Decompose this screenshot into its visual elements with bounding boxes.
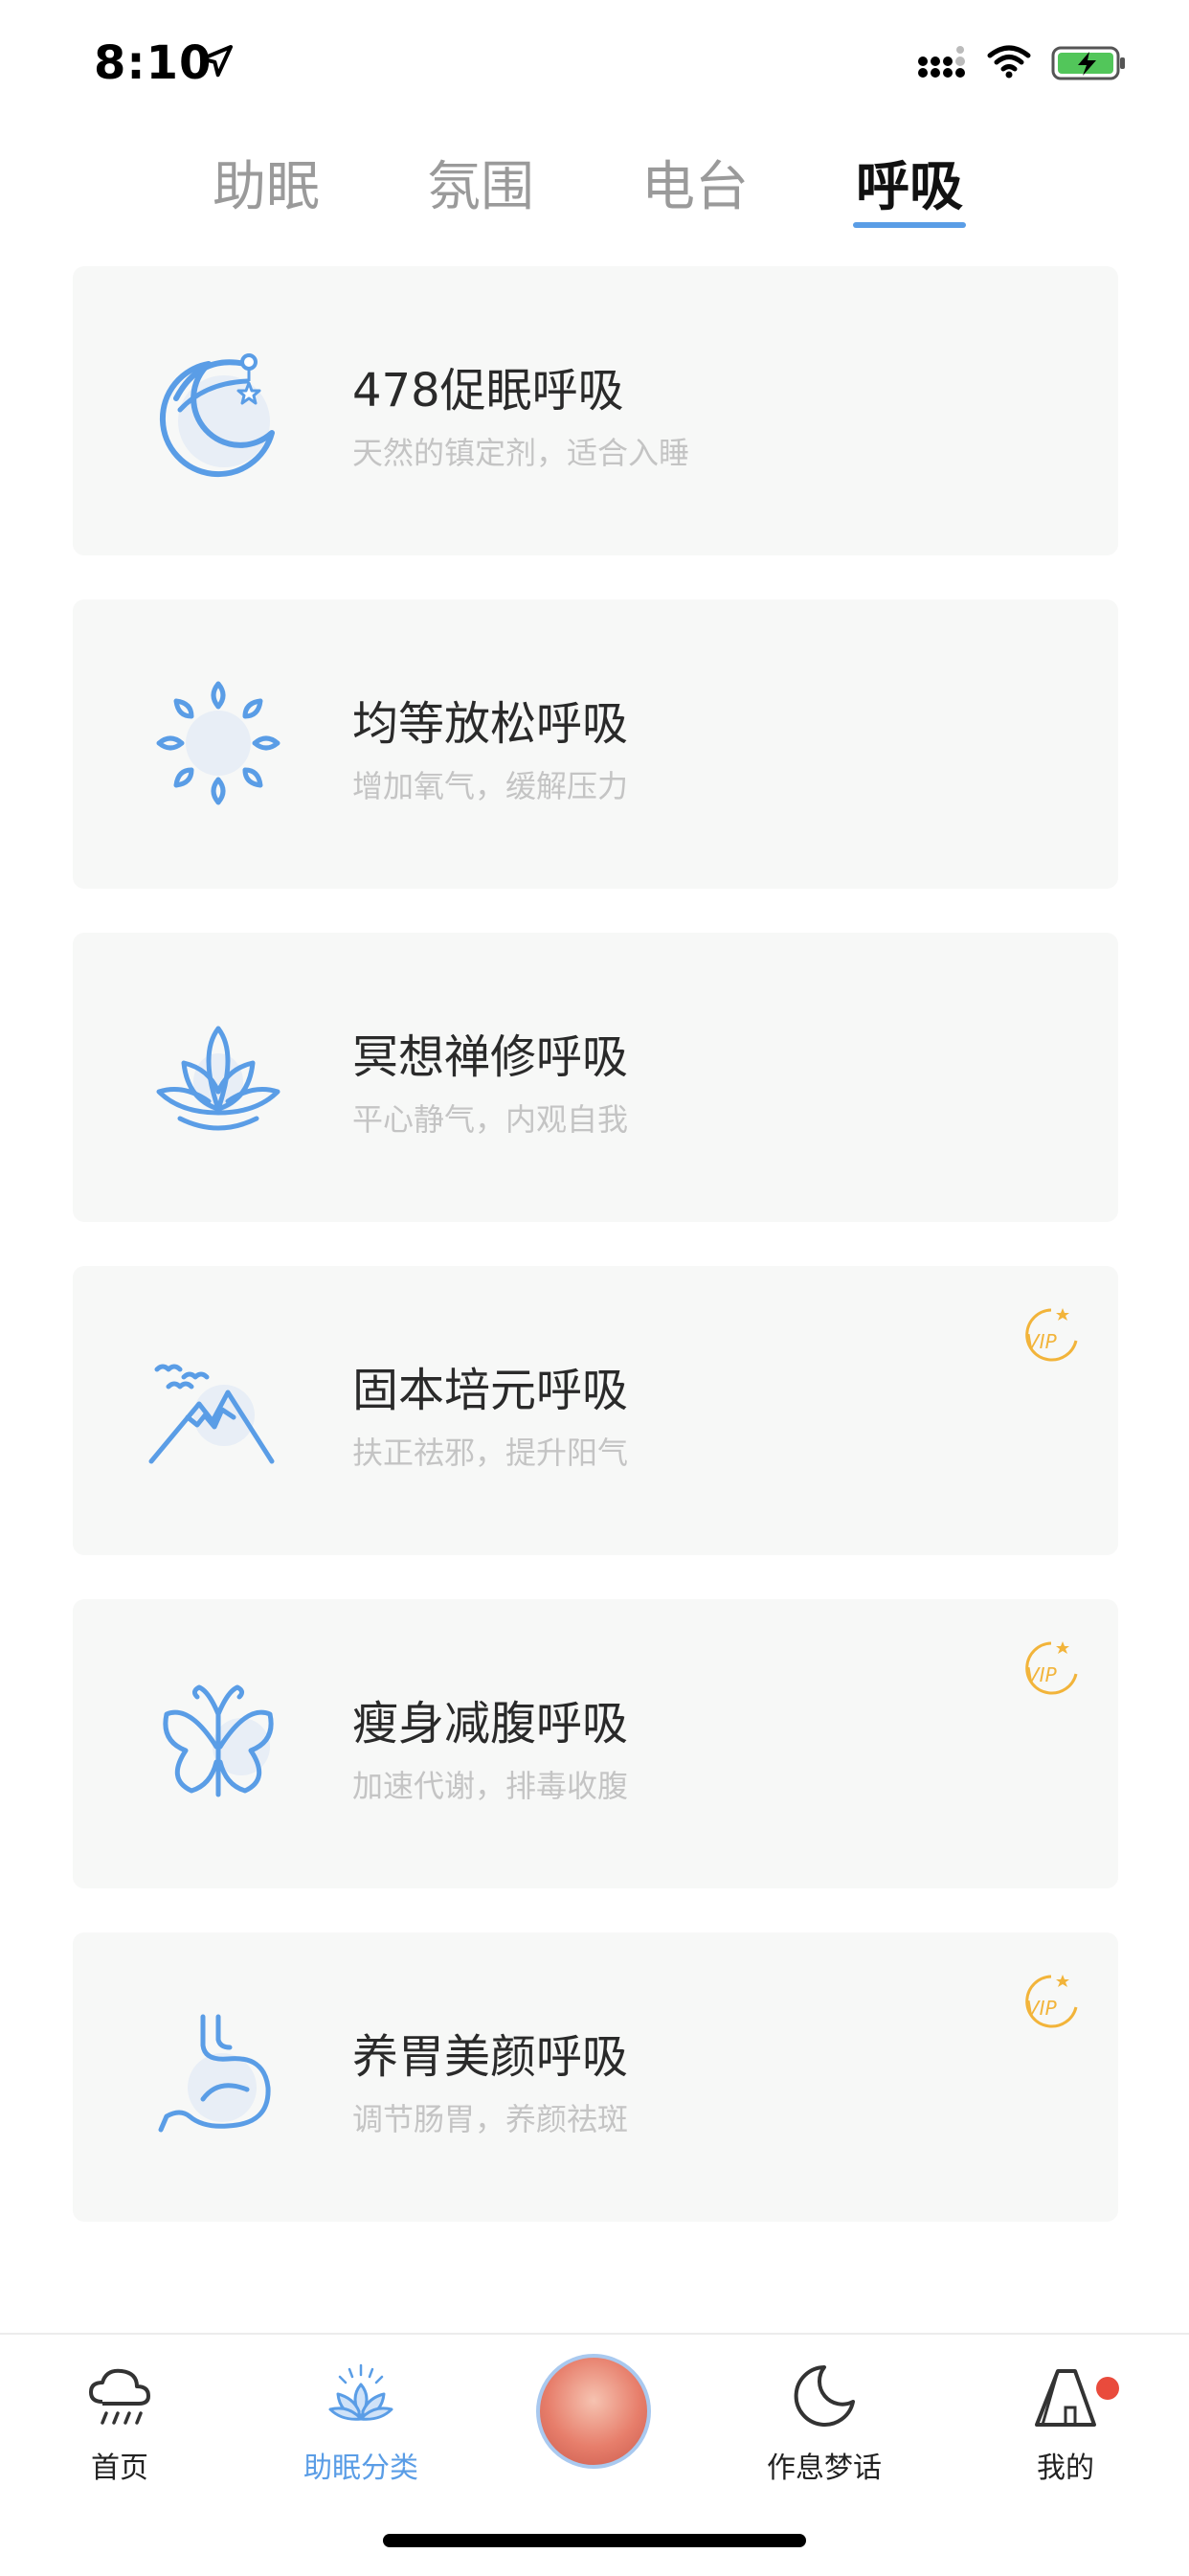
nav-home[interactable]: 首页 [34,2358,206,2486]
cellular-signal-icon [918,46,965,78]
home-indicator[interactable] [383,2534,806,2547]
tab-breathing[interactable]: 呼吸 [838,144,981,221]
breathing-card-balanced[interactable]: 均等放松呼吸 增加氧气，缓解压力 [73,599,1118,889]
wifi-icon [987,45,1031,79]
card-subtitle: 加速代谢，排毒收腹 [352,1768,629,1804]
cloud-rain-icon [89,2368,150,2425]
card-title: 478促眠呼吸 [352,364,624,418]
stomach-icon [158,2014,271,2133]
status-time: 8:10 [94,36,213,90]
card-subtitle: 平心静气，内观自我 [352,1101,629,1138]
nav-label: 助眠分类 [303,2452,418,2485]
lotus-icon [156,1026,280,1131]
card-subtitle: 天然的镇定剂，适合入睡 [352,435,690,471]
card-title: 养胃美颜呼吸 [352,2030,629,2084]
nav-profile[interactable]: 我的 [979,2358,1152,2486]
card-title: 冥想禅修呼吸 [352,1030,629,1084]
card-subtitle: 调节肠胃，养颜祛斑 [352,2101,629,2137]
tab-radio[interactable]: 电台 [623,144,767,221]
card-subtitle: 增加氧气，缓解压力 [352,768,629,804]
location-arrow-icon [200,45,233,78]
nav-label: 作息梦话 [767,2452,882,2485]
moon-sleep-icon [159,353,275,478]
card-title: 固本培元呼吸 [352,1364,629,1417]
vip-label: VIP [1026,1997,1058,2020]
category-tabs: 助眠 氛围 电台 呼吸 [0,144,1189,239]
card-subtitle: 扶正祛邪，提升阳气 [352,1435,629,1471]
breathing-card-slimming[interactable]: 瘦身减腹呼吸 加速代谢，排毒收腹 VIP [73,1599,1118,1888]
vip-badge-icon: VIP [1025,1308,1078,1362]
lotus-nav-icon [328,2363,393,2421]
vip-label: VIP [1026,1663,1058,1686]
vip-badge-icon: VIP [1025,1641,1078,1695]
breathing-card-vitality[interactable]: 固本培元呼吸 扶正祛邪，提升阳气 VIP [73,1266,1118,1555]
nav-label: 首页 [91,2452,148,2485]
nav-routine-dreams[interactable]: 作息梦话 [738,2358,910,2486]
breathing-card-stomach[interactable]: 养胃美颜呼吸 调节肠胃，养颜祛斑 VIP [73,1932,1118,2222]
moon-nav-icon [794,2365,855,2427]
tab-sleep[interactable]: 助眠 [194,144,338,221]
active-tab-indicator [853,222,966,228]
card-title: 瘦身减腹呼吸 [352,1697,629,1751]
nav-label: 我的 [1037,2452,1094,2485]
breathing-card-meditation[interactable]: 冥想禅修呼吸 平心静气，内观自我 [73,933,1118,1222]
butterfly-icon [163,1684,274,1797]
tent-icon [1035,2369,1096,2427]
status-bar: 8:10 [0,0,1189,134]
battery-charging-icon [1051,46,1125,80]
mountain-icon [148,1364,275,1464]
breathing-card-478[interactable]: 478促眠呼吸 天然的镇定剂，适合入睡 [73,266,1118,555]
vip-badge-icon: VIP [1025,1975,1078,2028]
nav-sleep-categories[interactable]: 助眠分类 [275,2358,447,2486]
tab-ambience[interactable]: 氛围 [409,144,552,221]
vip-label: VIP [1026,1330,1058,1353]
notification-badge [1096,2377,1119,2400]
sun-leaves-icon [156,681,280,805]
player-orb[interactable] [536,2354,651,2469]
card-title: 均等放松呼吸 [352,697,629,751]
